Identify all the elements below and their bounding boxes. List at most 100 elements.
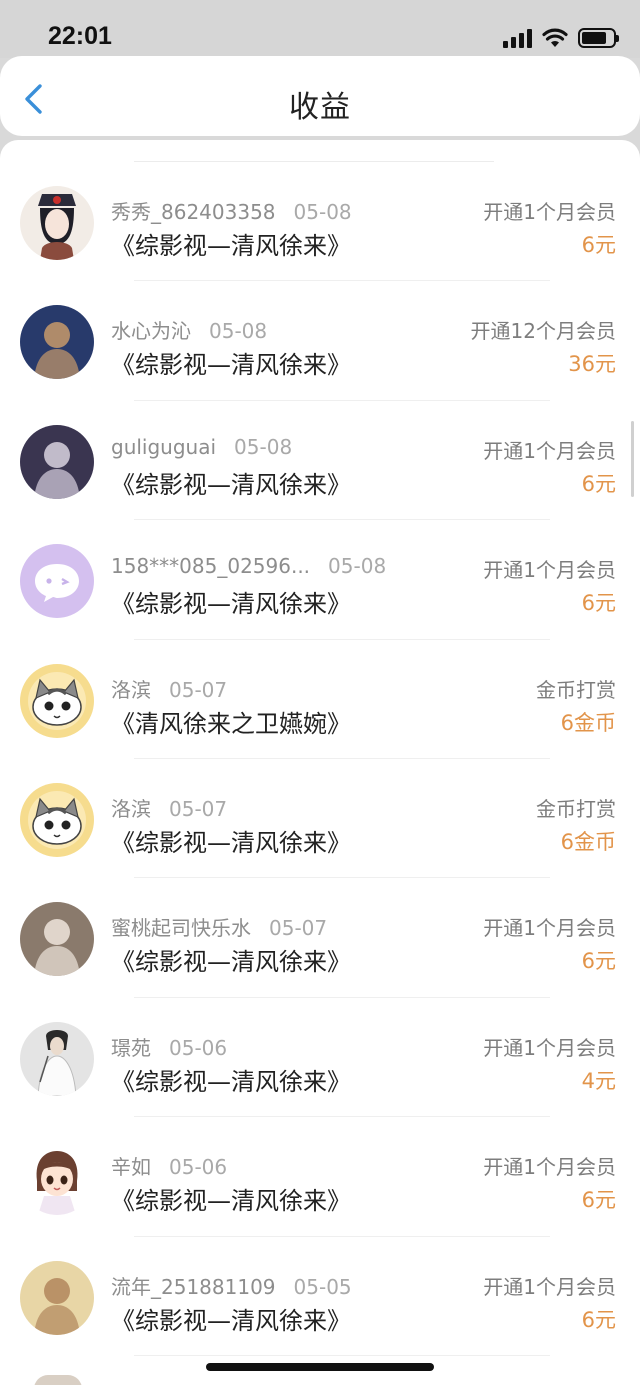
earning-type: 开通1个月会员: [483, 1155, 616, 1180]
book-title[interactable]: 《综影视—清风徐来》: [111, 584, 351, 619]
avatar-kitten-photo-icon: [20, 902, 94, 977]
avatar[interactable]: [20, 902, 94, 977]
avatar[interactable]: [20, 186, 94, 260]
list-item[interactable]: guliguguai 05-08 《综影视—清风徐来》 开通1个月会员 6元: [0, 401, 640, 521]
book-title[interactable]: 《综影视—清风徐来》: [111, 942, 351, 977]
entry-date: 05-06: [169, 1035, 228, 1060]
entry-date: 05-07: [169, 677, 228, 702]
entry-date: 05-08: [293, 200, 352, 224]
entry-date: 05-08: [328, 554, 387, 579]
avatar[interactable]: [20, 1141, 94, 1216]
avatar-girl-photo-icon: [20, 424, 94, 499]
user-line: 洛滨 05-07: [111, 674, 227, 703]
avatar-default-chat-icon: [20, 544, 94, 619]
partial-avatar-bottom: [34, 1375, 82, 1385]
list-top-partial: [0, 140, 640, 162]
avatar[interactable]: [20, 424, 94, 499]
earning-type: 开通1个月会员: [483, 1035, 616, 1060]
earning-type: 开通1个月会员: [483, 558, 616, 583]
book-title[interactable]: 《综影视—清风徐来》: [111, 345, 351, 380]
list-item[interactable]: 流年_251881109 05-05 《综影视—清风徐来》 开通1个月会员 6元: [0, 1237, 640, 1356]
avatar[interactable]: [20, 663, 94, 738]
cellular-signal-icon: [503, 28, 532, 48]
book-title[interactable]: 《综影视—清风徐来》: [111, 823, 351, 858]
entry-date: 05-07: [169, 796, 228, 821]
user-name: guliguguai: [111, 434, 217, 459]
user-line: 辛如 05-06: [111, 1151, 227, 1180]
user-line: 水心为沁 05-08: [111, 315, 267, 344]
book-title[interactable]: 《综影视—清风徐来》: [111, 465, 351, 500]
user-name: 158***085_02596...: [111, 554, 311, 579]
book-title[interactable]: 《综影视—清风徐来》: [111, 1181, 351, 1216]
book-title[interactable]: 《综影视—清风徐来》: [111, 1062, 351, 1097]
earning-amount: 6元: [581, 233, 616, 257]
list-item[interactable]: 洛滨 05-07 《清风徐来之卫嬿婉》 金币打赏 6金币: [0, 640, 640, 759]
earning-amount: 6元: [581, 1307, 616, 1332]
avatar-anime-boy-icon: [20, 305, 94, 380]
user-name: 洛滨: [111, 677, 151, 702]
earning-amount: 6元: [581, 1188, 616, 1213]
entry-date: 05-08: [209, 319, 268, 344]
wifi-icon: [542, 28, 568, 47]
earning-type: 开通1个月会员: [483, 1274, 616, 1299]
book-title[interactable]: 《综影视—清风徐来》: [111, 226, 351, 261]
user-line: 158***085_02596... 05-08: [111, 554, 386, 578]
list-item[interactable]: 辛如 05-06 《综影视—清风徐来》 开通1个月会员 6元: [0, 1117, 640, 1237]
earning-type: 开通1个月会员: [483, 200, 616, 224]
status-time: 22:01: [48, 22, 112, 50]
earning-amount: 6元: [581, 471, 616, 496]
earning-amount: 36元: [568, 352, 616, 377]
earning-amount: 6元: [581, 949, 616, 974]
avatar-white-robe-icon: [20, 1021, 94, 1096]
earning-type: 开通12个月会员: [470, 319, 616, 344]
avatar[interactable]: [20, 1260, 94, 1335]
list-item[interactable]: 洛滨 05-07 《综影视—清风徐来》 金币打赏 6金币: [0, 759, 640, 879]
user-name: 辛如: [111, 1155, 151, 1180]
earning-type: 开通1个月会员: [483, 916, 616, 941]
status-bar: 22:01: [0, 0, 640, 58]
entry-date: 05-05: [293, 1274, 352, 1299]
earning-amount: 6金币: [560, 710, 616, 735]
user-line: guliguguai 05-08: [111, 435, 292, 459]
avatar-ancient-lady-icon: [20, 186, 94, 260]
avatar[interactable]: [20, 782, 94, 857]
list-item[interactable]: 蜜桃起司快乐水 05-07 《综影视—清风徐来》 开通1个月会员 6元: [0, 878, 640, 998]
user-name: 蜜桃起司快乐水: [111, 916, 251, 941]
list-item[interactable]: 水心为沁 05-08 《综影视—清风徐来》 开通12个月会员 36元: [0, 281, 640, 401]
entry-date: 05-07: [269, 916, 328, 941]
earning-type: 开通1个月会员: [483, 438, 616, 463]
page-title: 收益: [289, 90, 351, 125]
divider: [134, 1354, 550, 1356]
earning-amount: 4元: [581, 1068, 616, 1093]
earnings-list: 秀秀_862403358 05-08 《综影视—清风徐来》 开通1个月会员 6元 …: [0, 140, 640, 1385]
list-item[interactable]: 璟苑 05-06 《综影视—清风徐来》 开通1个月会员 4元: [0, 998, 640, 1118]
earning-amount: 6金币: [560, 829, 616, 854]
home-indicator[interactable]: [206, 1363, 434, 1371]
entry-date: 05-08: [234, 434, 293, 459]
earning-amount: 6元: [581, 591, 616, 616]
scrollbar[interactable]: [631, 421, 634, 497]
screen: 22:01 收益 秀秀_862403358 05-08 《综影视—清风徐来》 开…: [0, 0, 640, 1385]
user-line: 秀秀_862403358 05-08: [111, 196, 352, 225]
book-title[interactable]: 《清风徐来之卫嬿婉》: [111, 704, 351, 739]
book-title[interactable]: 《综影视—清风徐来》: [111, 1301, 351, 1336]
avatar-cartoon-cat-icon: [20, 663, 94, 738]
avatar-chibi-girl-icon: [20, 1141, 94, 1216]
user-line: 流年_251881109 05-05: [111, 1271, 352, 1300]
battery-icon: [578, 28, 619, 48]
avatar[interactable]: [20, 544, 94, 619]
avatar-golden-robe-icon: [20, 1260, 94, 1335]
list-item[interactable]: 158***085_02596... 05-08 《综影视—清风徐来》 开通1个月…: [0, 520, 640, 640]
user-line: 璟苑 05-06: [111, 1032, 227, 1061]
user-name: 水心为沁: [111, 319, 191, 344]
avatar[interactable]: [20, 1021, 94, 1096]
user-name: 秀秀_862403358: [111, 200, 276, 224]
status-icons: [503, 26, 619, 48]
list-item[interactable]: 秀秀_862403358 05-08 《综影视—清风徐来》 开通1个月会员 6元: [0, 162, 640, 282]
user-name: 洛滨: [111, 796, 151, 821]
user-line: 洛滨 05-07: [111, 793, 227, 822]
avatar[interactable]: [20, 305, 94, 380]
earning-type: 金币打赏: [536, 796, 616, 821]
earnings-rows: 秀秀_862403358 05-08 《综影视—清风徐来》 开通1个月会员 6元 …: [0, 162, 640, 1356]
entry-date: 05-06: [169, 1155, 228, 1180]
